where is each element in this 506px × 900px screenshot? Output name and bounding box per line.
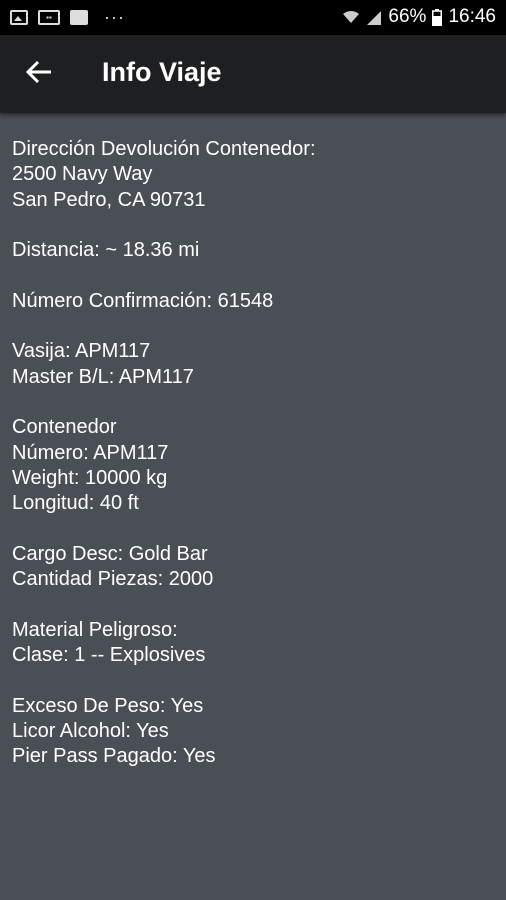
battery-icon xyxy=(432,8,443,26)
piece-count: Cantidad Piezas: 2000 xyxy=(12,568,214,591)
flags-section: Exceso De Peso: Yes Licor Alcohol: Yes P… xyxy=(12,694,492,770)
master-bl-text: Master B/L: APM117 xyxy=(12,365,194,388)
signal-icon xyxy=(366,10,382,25)
hazmat-section: Material Peligroso: Clase: 1 -- Explosiv… xyxy=(12,618,492,669)
battery-percent: 66% xyxy=(388,6,427,27)
lte-notification-icon: ▪▪ xyxy=(38,9,60,25)
liquor-text: Licor Alcohol: Yes xyxy=(12,719,169,742)
distance-text: Distancia: ~ 18.36 mi xyxy=(12,239,200,262)
clock: 16:46 xyxy=(448,6,496,27)
address-label: Dirección Devolución Contenedor: xyxy=(12,138,316,160)
app-bar: Info Viaje xyxy=(0,35,506,113)
container-weight: Weight: 10000 kg xyxy=(12,466,168,489)
notification-icons: ▪▪ ··· xyxy=(10,8,125,26)
container-number: Número: APM117 xyxy=(12,441,169,464)
container-heading: Contenedor xyxy=(12,416,117,439)
wifi-icon xyxy=(342,10,360,24)
back-button[interactable] xyxy=(14,49,64,99)
vessel-text: Vasija: APM117 xyxy=(12,340,151,363)
address-line-1: 2500 Navy Way xyxy=(12,163,153,186)
overweight-text: Exceso De Peso: Yes xyxy=(12,694,204,717)
distance-section: Distancia: ~ 18.36 mi xyxy=(12,238,492,263)
container-section: Contenedor Número: APM117 Weight: 10000 … xyxy=(12,415,492,516)
arrow-back-icon xyxy=(25,60,52,89)
address-line-2: San Pedro, CA 90731 xyxy=(12,188,206,211)
trip-info: Dirección Devolución Contenedor: 2500 Na… xyxy=(12,137,492,795)
container-length: Longitud: 40 ft xyxy=(12,492,139,515)
flipboard-notification-icon xyxy=(70,9,88,25)
confirmation-text: Número Confirmación: 61548 xyxy=(12,289,274,312)
pier-pass-text: Pier Pass Pagado: Yes xyxy=(12,745,216,768)
hazmat-class: Clase: 1 -- Explosives xyxy=(12,643,206,666)
more-notifications-icon: ··· xyxy=(104,7,125,27)
cargo-desc: Cargo Desc: Gold Bar xyxy=(12,542,208,565)
page-title: Info Viaje xyxy=(102,57,222,87)
cargo-section: Cargo Desc: Gold Bar Cantidad Piezas: 20… xyxy=(12,542,492,593)
status-bar: ▪▪ ··· 66% 16:46 xyxy=(0,0,506,35)
confirmation-section: Número Confirmación: 61548 xyxy=(12,289,492,314)
address-section: Dirección Devolución Contenedor: 2500 Na… xyxy=(12,137,492,213)
vessel-section: Vasija: APM117 Master B/L: APM117 xyxy=(12,339,492,390)
gallery-notification-icon xyxy=(10,9,28,25)
system-icons: 66% 16:46 xyxy=(342,6,496,28)
hazmat-label: Material Peligroso: xyxy=(12,618,178,641)
